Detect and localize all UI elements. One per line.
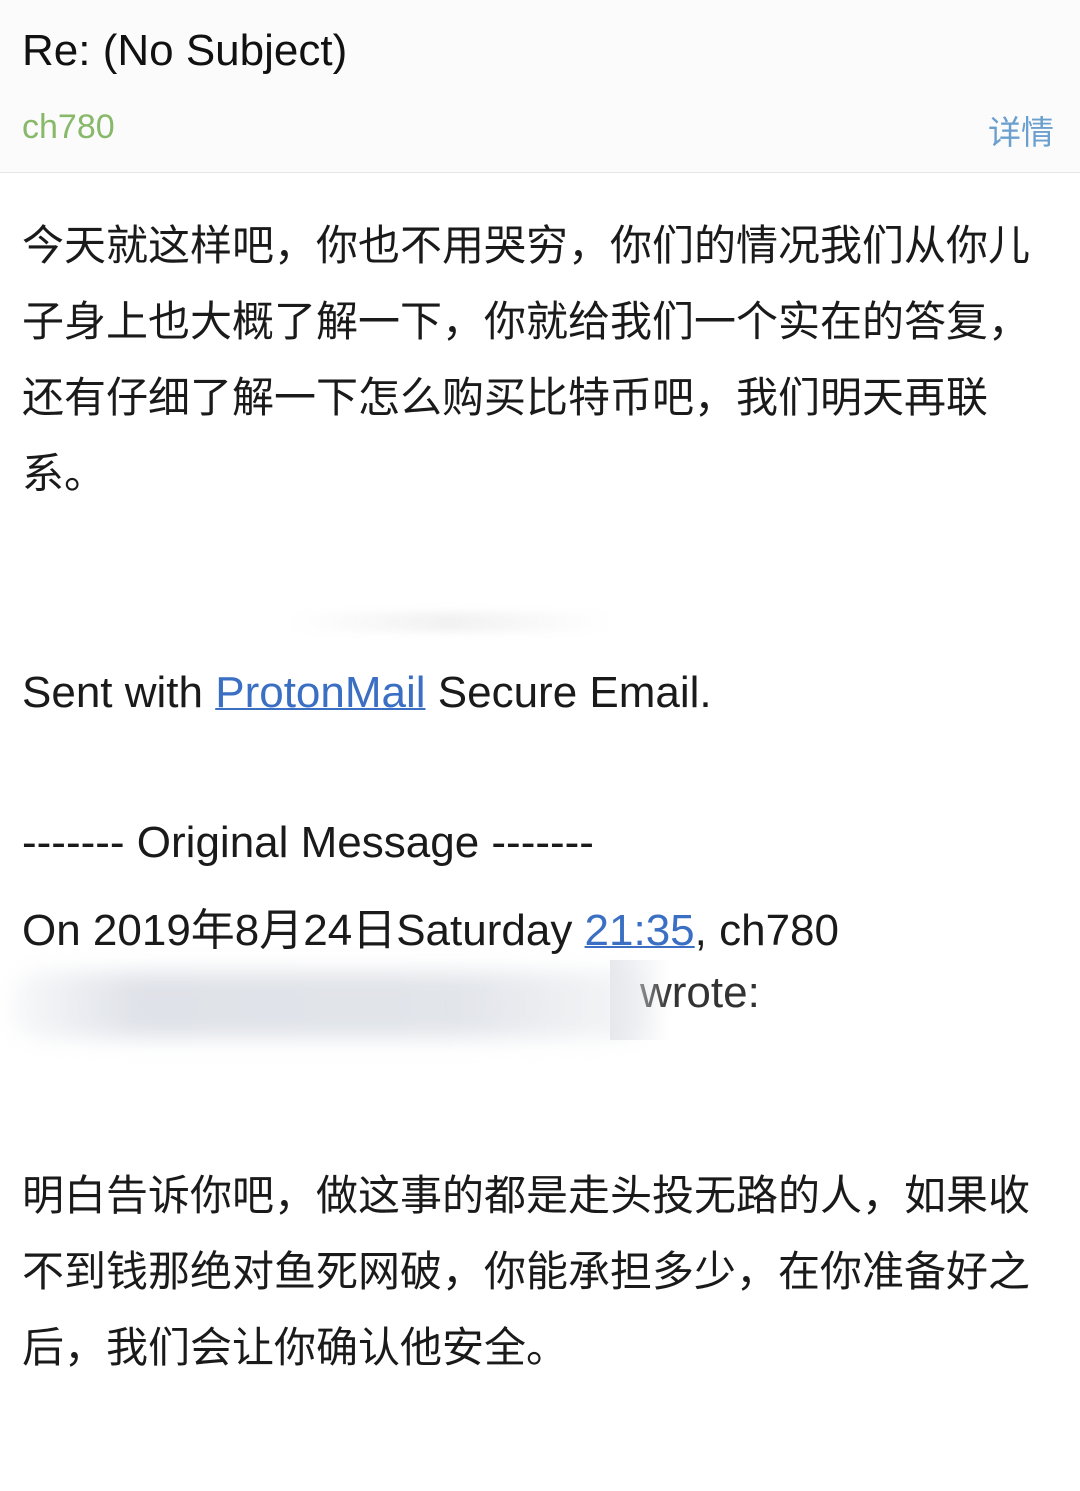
original-message-header: ------- Original Message ------- bbox=[22, 818, 594, 867]
quote-attribution: On 2019年8月24日Saturday 21:35, ch780 bbox=[22, 894, 839, 958]
redaction-blur bbox=[10, 972, 650, 1038]
signature-prefix: Sent with bbox=[22, 668, 216, 717]
redacted-email-row: wrote: bbox=[0, 960, 800, 1050]
attribution-prefix: On 2019年8月24日Saturday bbox=[22, 906, 585, 955]
details-button[interactable]: 详情 bbox=[988, 106, 1054, 154]
sender-name[interactable]: ch780 bbox=[22, 108, 115, 147]
signature-line: Sent with ProtonMail Secure Email. bbox=[22, 668, 712, 718]
email-subject: Re: (No Subject) bbox=[22, 26, 348, 75]
redaction-fade bbox=[610, 960, 670, 1040]
message-paragraph-2: 明白告诉你吧，做这事的都是走头投无路的人，如果收不到钱那绝对鱼死网破，你能承担多… bbox=[22, 1171, 1031, 1372]
faint-artifact bbox=[290, 612, 610, 632]
signature-suffix: Secure Email. bbox=[425, 668, 712, 717]
protonmail-link[interactable]: ProtonMail bbox=[215, 668, 425, 717]
message-paragraph-1: 今天就这样吧，你也不用哭穷，你们的情况我们从你儿子身上也大概了解一下，你就给我们… bbox=[22, 221, 1031, 498]
time-link[interactable]: 21:35 bbox=[585, 906, 695, 955]
attribution-suffix: , ch780 bbox=[694, 906, 839, 955]
email-header: Re: (No Subject) ch780 详情 bbox=[0, 0, 1080, 173]
